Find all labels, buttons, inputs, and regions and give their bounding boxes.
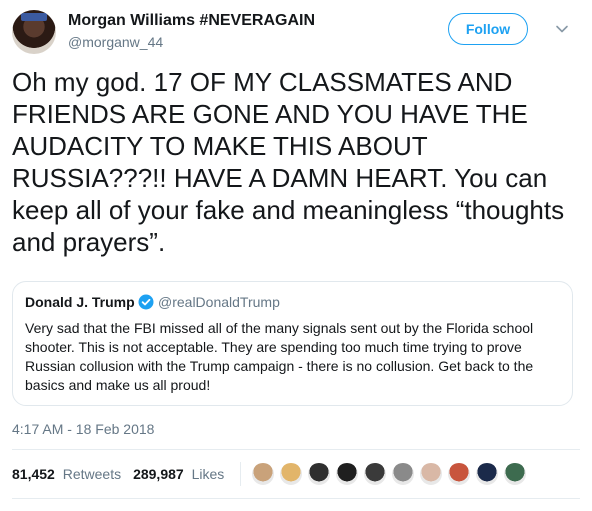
- liker-avatar-icon[interactable]: [391, 462, 416, 486]
- liker-avatar-icon[interactable]: [475, 462, 500, 486]
- avatar-badge-icon: [21, 13, 47, 21]
- retweets-stat[interactable]: 81,452 Retweets: [12, 466, 121, 482]
- liker-avatar-icon[interactable]: [335, 462, 360, 486]
- liker-avatars: [251, 462, 531, 486]
- author-avatar[interactable]: [12, 10, 56, 54]
- follow-button[interactable]: Follow: [448, 13, 528, 45]
- quoted-tweet[interactable]: Donald J. Trump @realDonaldTrump Very sa…: [12, 281, 573, 406]
- liker-avatar-icon[interactable]: [419, 462, 444, 486]
- retweets-count: 81,452: [12, 466, 55, 482]
- chevron-down-icon[interactable]: [555, 22, 569, 36]
- verified-badge-icon: [138, 294, 154, 310]
- likes-stat[interactable]: 289,987 Likes: [133, 466, 224, 482]
- divider: [12, 498, 580, 499]
- retweets-label: Retweets: [62, 466, 122, 482]
- quoted-author-name: Donald J. Trump: [25, 294, 135, 310]
- tweet-stats: 81,452 Retweets 289,987 Likes: [12, 458, 531, 490]
- liker-avatar-icon[interactable]: [503, 462, 528, 486]
- tweet-timestamp[interactable]: 4:17 AM - 18 Feb 2018: [12, 421, 154, 437]
- quoted-author-handle: @realDonaldTrump: [158, 294, 280, 310]
- tweet-text: Oh my god. 17 OF MY CLASSMATES AND FRIEN…: [12, 67, 565, 257]
- divider: [12, 449, 580, 450]
- liker-avatar-icon[interactable]: [279, 462, 304, 486]
- stats-separator: [240, 462, 242, 486]
- likes-count: 289,987: [133, 466, 184, 482]
- author-display-name[interactable]: Morgan Williams #NEVERAGAIN: [68, 12, 315, 30]
- liker-avatar-icon[interactable]: [251, 462, 276, 486]
- tweet-card: Morgan Williams #NEVERAGAIN @morganw_44 …: [0, 0, 592, 511]
- liker-avatar-icon[interactable]: [307, 462, 332, 486]
- liker-avatar-icon[interactable]: [447, 462, 472, 486]
- quoted-tweet-text: Very sad that the FBI missed all of the …: [25, 320, 534, 393]
- liker-avatar-icon[interactable]: [363, 462, 388, 486]
- author-handle[interactable]: @morganw_44: [68, 34, 163, 50]
- likes-label: Likes: [191, 466, 225, 482]
